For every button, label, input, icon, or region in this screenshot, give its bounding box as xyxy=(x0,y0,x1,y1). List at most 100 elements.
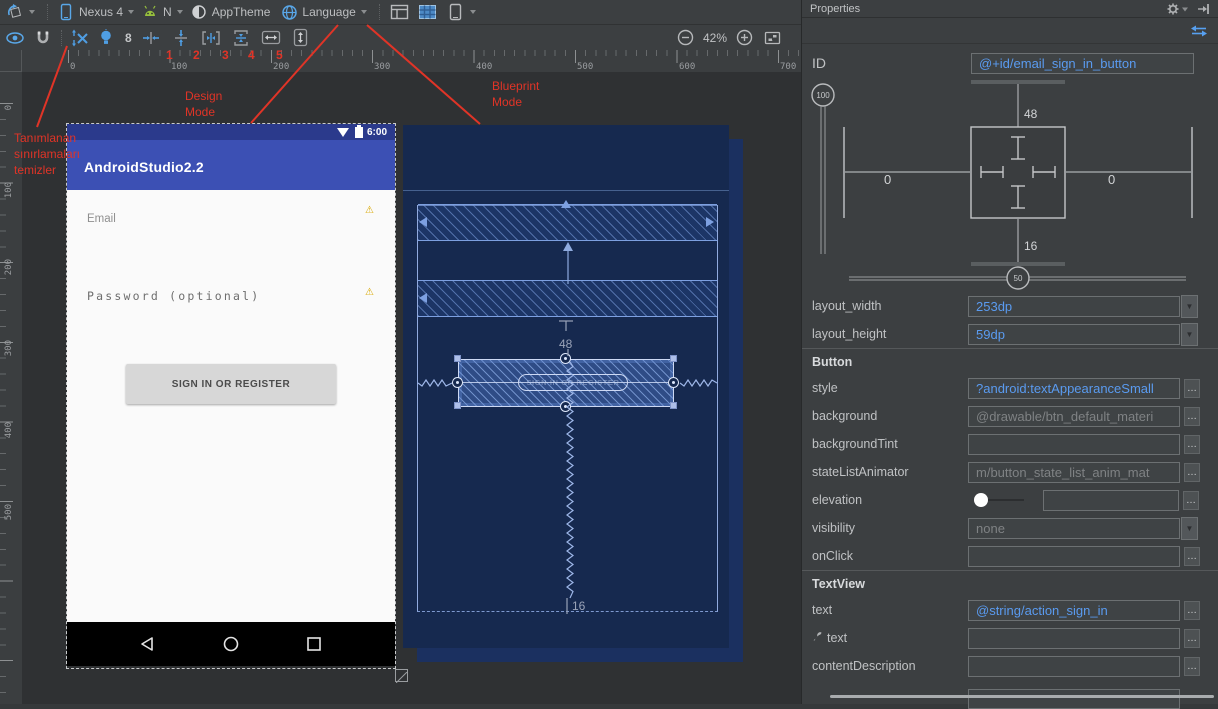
constraint-arrow-up-icon xyxy=(561,200,571,208)
chevron-down-icon[interactable] xyxy=(469,10,476,14)
content-description-input[interactable] xyxy=(968,655,1180,677)
design-mode-icon[interactable] xyxy=(389,2,411,22)
ruler-label: 200 xyxy=(4,259,14,276)
design-editor-canvas[interactable]: 0 100 200 300 400 500 600 700 0 100 200 … xyxy=(0,50,801,704)
horizontal-ruler: 0 100 200 300 400 500 600 700 xyxy=(22,50,801,72)
expand-horizontal-icon[interactable] xyxy=(260,28,282,48)
elevation-slider-knob[interactable] xyxy=(974,493,988,507)
elevation-input[interactable] xyxy=(1043,489,1179,511)
blueprint-margin-top-label: 48 xyxy=(559,337,573,351)
resize-handle[interactable] xyxy=(395,669,408,684)
id-label: ID xyxy=(812,55,826,71)
constraint-anchor-right[interactable] xyxy=(668,377,679,388)
gear-icon[interactable] xyxy=(1167,3,1189,15)
selection-handle[interactable] xyxy=(454,355,461,362)
clear-constraints-icon[interactable] xyxy=(69,28,91,48)
more-button[interactable]: … xyxy=(1184,546,1200,566)
onclick-input[interactable] xyxy=(968,545,1180,567)
background-tint-input[interactable] xyxy=(968,433,1180,455)
constraint-anchor-bottom[interactable] xyxy=(560,401,571,412)
panel-scrollbar[interactable] xyxy=(830,695,1214,698)
toolbar-separator xyxy=(61,29,62,46)
orientation-icon[interactable] xyxy=(4,2,26,22)
align-horizontal-center-icon[interactable] xyxy=(140,28,162,48)
id-input[interactable]: @+id/email_sign_in_button xyxy=(971,52,1194,74)
annotation-number-5: 5 xyxy=(276,48,283,62)
row-background: background @drawable/btn_default_materi … xyxy=(802,402,1218,430)
toolbar-separator xyxy=(378,4,380,20)
design-text-input[interactable] xyxy=(968,627,1180,649)
properties-header: Properties xyxy=(802,0,1218,18)
selection-handle[interactable] xyxy=(454,402,461,409)
android-api-icon xyxy=(139,2,161,22)
autoconnect-magnet-icon[interactable] xyxy=(32,28,54,48)
more-button[interactable]: … xyxy=(1184,406,1200,426)
chevron-down-icon xyxy=(29,10,35,14)
switch-view-arrows-icon[interactable] xyxy=(1190,25,1208,37)
zoom-to-fit-icon[interactable] xyxy=(761,28,783,48)
chevron-down-icon[interactable] xyxy=(360,10,367,14)
blueprint-appbar-line xyxy=(403,190,729,191)
more-button[interactable]: … xyxy=(1184,628,1200,648)
show-constraints-eye-icon[interactable] xyxy=(4,28,26,48)
clipped-property-field[interactable] xyxy=(968,689,1180,709)
selection-handle[interactable] xyxy=(670,402,677,409)
blueprint-email-view[interactable] xyxy=(418,204,717,241)
expand-vertical-icon[interactable] xyxy=(290,28,312,48)
pack-horizontal-icon[interactable] xyxy=(200,28,222,48)
row-background-tint: backgroundTint … xyxy=(802,430,1218,458)
infer-constraints-lightbulb-icon[interactable] xyxy=(95,28,117,48)
more-button[interactable]: … xyxy=(1184,656,1200,676)
align-vertical-center-icon[interactable] xyxy=(170,28,192,48)
more-button[interactable]: … xyxy=(1184,600,1200,620)
layout-height-combo[interactable]: 59dp xyxy=(968,323,1180,345)
selection-handle[interactable] xyxy=(670,355,677,362)
ruler-label: 500 xyxy=(4,504,14,521)
layout-width-combo[interactable]: 253dp xyxy=(968,295,1180,317)
toolbar-separator xyxy=(47,4,48,20)
layout-editor-toolbar: 8 42% xyxy=(0,25,801,50)
zoom-level: 42% xyxy=(702,30,727,45)
state-list-animator-input[interactable]: m/button_state_list_anim_mat xyxy=(968,461,1180,483)
background-input[interactable]: @drawable/btn_default_materi xyxy=(968,405,1180,427)
id-row: ID @+id/email_sign_in_button xyxy=(802,52,1218,74)
theme-selector[interactable]: AppTheme xyxy=(212,5,271,19)
constraint-anchor-left[interactable] xyxy=(452,377,463,388)
preview-device-icon[interactable] xyxy=(445,2,467,22)
ruler-label: 700 xyxy=(780,62,797,72)
pack-vertical-icon[interactable] xyxy=(230,28,252,48)
text-input[interactable]: @string/action_sign_in xyxy=(968,599,1180,621)
annotation-blueprint-mode: Blueprint Mode xyxy=(492,79,540,109)
chevron-down-icon[interactable] xyxy=(176,10,183,14)
visibility-combo[interactable]: none xyxy=(968,517,1180,539)
more-button[interactable]: … xyxy=(1183,490,1199,510)
chevron-down-icon[interactable] xyxy=(128,10,135,14)
annotation-clear-constraints: Tanımlanan sınırlamaları temizler xyxy=(14,131,81,177)
theme-icon xyxy=(188,2,210,22)
row-elevation: elevation … xyxy=(802,486,1218,514)
dropdown-arrow-icon[interactable]: ▼ xyxy=(1181,322,1198,346)
device-selector[interactable]: Nexus 4 xyxy=(79,5,123,19)
more-button[interactable]: … xyxy=(1184,462,1200,482)
constraint-anchor-top[interactable] xyxy=(560,353,571,364)
properties-panel: Properties ID @+id/email_sign_in_button … xyxy=(801,0,1218,709)
annotation-number-2: 2 xyxy=(193,48,200,62)
dropdown-arrow-icon[interactable]: ▼ xyxy=(1181,516,1198,540)
dropdown-arrow-icon[interactable]: ▼ xyxy=(1181,294,1198,318)
zoom-in-icon[interactable] xyxy=(733,28,755,48)
section-textview: TextView xyxy=(802,570,1218,596)
constraint-inspector[interactable]: 100 48 0 0 16 50 xyxy=(802,78,1218,292)
more-button[interactable]: … xyxy=(1184,434,1200,454)
hide-panel-icon[interactable] xyxy=(1197,3,1210,15)
properties-toolbar xyxy=(802,19,1218,44)
more-button[interactable]: … xyxy=(1184,378,1200,398)
blueprint-password-view[interactable] xyxy=(418,280,717,317)
style-input[interactable]: ?android:textAppearanceSmall xyxy=(968,377,1180,399)
zoom-out-icon[interactable] xyxy=(675,28,697,48)
blueprint-mode-icon[interactable] xyxy=(417,2,439,22)
row-layout-width: layout_width 253dp ▼ xyxy=(802,292,1218,320)
elevation-slider-track[interactable] xyxy=(988,499,1024,501)
language-selector[interactable]: Language xyxy=(302,5,355,19)
default-margin-value[interactable]: 8 xyxy=(125,31,132,45)
api-selector[interactable]: N xyxy=(163,5,172,19)
